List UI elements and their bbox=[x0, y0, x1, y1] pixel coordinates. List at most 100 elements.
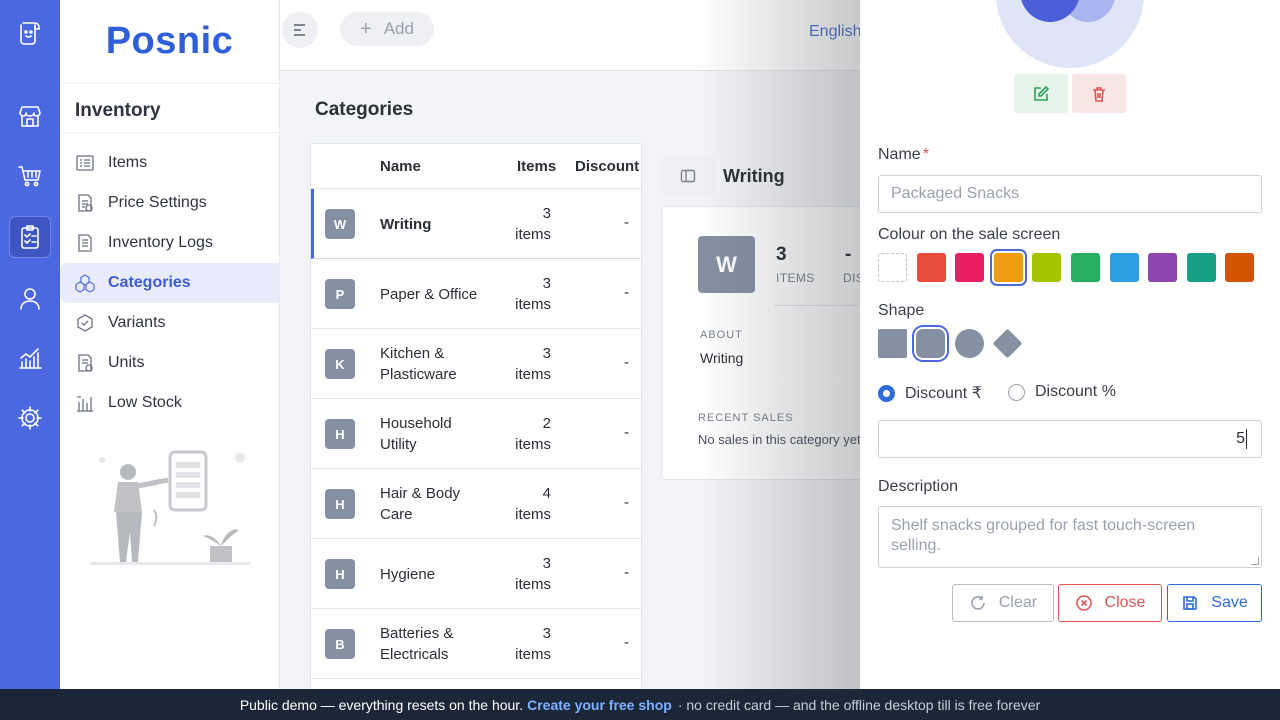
category-name: Household Utility bbox=[380, 415, 452, 453]
low-stock-icon bbox=[75, 393, 95, 413]
sidebar-item-items[interactable]: Items bbox=[60, 143, 279, 183]
edit-image-button[interactable] bbox=[1014, 74, 1068, 113]
category-item-count: 3 items bbox=[515, 275, 551, 313]
colour-swatch[interactable] bbox=[1032, 253, 1061, 282]
column-header-items[interactable]: Items bbox=[517, 158, 556, 175]
app-rail bbox=[0, 0, 60, 689]
colour-swatch[interactable] bbox=[878, 253, 907, 282]
column-header-name[interactable]: Name bbox=[380, 158, 421, 175]
demo-banner-text: Public demo — everything resets on the h… bbox=[239, 696, 524, 713]
name-field[interactable]: Packaged Snacks bbox=[878, 175, 1262, 213]
preview-shape bbox=[1020, 0, 1080, 22]
resize-handle-icon[interactable] bbox=[1251, 557, 1259, 565]
brand-logo[interactable]: Posnic bbox=[60, 0, 279, 84]
category-badge: W bbox=[325, 209, 355, 239]
cart-icon[interactable] bbox=[9, 155, 51, 197]
required-marker: * bbox=[922, 146, 929, 163]
close-button[interactable]: Close bbox=[1058, 584, 1162, 622]
items-icon bbox=[75, 153, 95, 173]
sidebar-item-variants[interactable]: Variants bbox=[60, 303, 279, 343]
inventory-logs-icon bbox=[75, 233, 95, 253]
table-row[interactable]: H Household Utility 2 items - bbox=[311, 399, 641, 469]
column-header-discount[interactable]: Discount bbox=[575, 158, 639, 175]
category-badge: B bbox=[325, 629, 355, 659]
category-discount: - bbox=[624, 494, 629, 511]
add-button[interactable]: + Add bbox=[340, 12, 434, 46]
table-row[interactable]: P Paper & Office 3 items - bbox=[311, 259, 641, 329]
discount-amount-value: 5 bbox=[1236, 430, 1245, 447]
menu-icon bbox=[294, 24, 305, 36]
clear-button[interactable]: Clear bbox=[952, 584, 1054, 622]
about-value: Writing bbox=[700, 350, 744, 366]
menu-toggle-button[interactable] bbox=[282, 12, 318, 48]
sidebar-item-label: Units bbox=[108, 354, 145, 371]
clear-button-label: Clear bbox=[998, 594, 1038, 611]
sidebar-title: Inventory bbox=[60, 84, 279, 133]
category-badge: K bbox=[325, 349, 355, 379]
category-badge: P bbox=[325, 279, 355, 309]
sidebar-nav: Items Price Settings Inventory Logs Cate… bbox=[60, 133, 279, 423]
colour-swatch[interactable] bbox=[1148, 253, 1177, 282]
reports-icon[interactable] bbox=[9, 337, 51, 379]
sidebar-item-units[interactable]: Units bbox=[60, 343, 279, 383]
shopping-illustration bbox=[90, 450, 250, 565]
table-row[interactable]: B Batteries & Electricals 3 items - bbox=[311, 609, 641, 679]
price-settings-icon bbox=[75, 193, 95, 213]
colour-swatch[interactable] bbox=[1225, 253, 1254, 282]
colour-swatch[interactable] bbox=[994, 253, 1023, 282]
inventory-icon[interactable] bbox=[9, 216, 51, 258]
category-item-count: 2 items bbox=[515, 415, 551, 453]
user-icon[interactable] bbox=[9, 277, 51, 319]
colour-swatch[interactable] bbox=[955, 253, 984, 282]
description-textarea[interactable]: Shelf snacks grouped for fast touch-scre… bbox=[878, 506, 1262, 568]
category-item-count: 3 items bbox=[515, 205, 551, 243]
shape-square-option[interactable] bbox=[878, 329, 907, 358]
category-badge: H bbox=[325, 559, 355, 589]
name-field-label: Name * bbox=[878, 146, 929, 163]
sidebar-item-low-stock[interactable]: Low Stock bbox=[60, 383, 279, 423]
sidebar-item-categories[interactable]: Categories bbox=[60, 263, 279, 303]
discount-percent-radio[interactable]: Discount % bbox=[1008, 383, 1116, 401]
sidebar-item-price-settings[interactable]: Price Settings bbox=[60, 183, 279, 223]
table-row[interactable]: H Hygiene 3 items - bbox=[311, 539, 641, 609]
edit-category-drawer: Name * Packaged Snacks Colour on the sale… bbox=[860, 0, 1280, 689]
discount-fixed-label: Discount ₹ bbox=[905, 385, 982, 402]
sidebar-item-inventory-logs[interactable]: Inventory Logs bbox=[60, 223, 279, 263]
store-icon[interactable] bbox=[9, 95, 51, 137]
create-shop-link[interactable]: Create your free shop bbox=[527, 697, 672, 713]
shape-circle-option[interactable] bbox=[955, 329, 984, 358]
sidebar-item-label: Low Stock bbox=[108, 394, 182, 411]
delete-image-button[interactable] bbox=[1072, 74, 1126, 113]
table-row[interactable]: K Kitchen & Plasticware 3 items - bbox=[311, 329, 641, 399]
shape-rounded-option[interactable] bbox=[916, 329, 945, 358]
settings-icon[interactable] bbox=[9, 397, 51, 439]
discount-fixed-radio[interactable]: Discount ₹ bbox=[878, 383, 982, 403]
radio-unchecked-icon bbox=[1008, 383, 1025, 401]
recent-sales-value: No sales in this category yet bbox=[698, 432, 861, 447]
discount-amount-input[interactable]: 5 bbox=[878, 420, 1262, 458]
shape-diamond-option[interactable] bbox=[992, 328, 1023, 359]
shape-label: Shape bbox=[878, 302, 925, 319]
category-name: Hair & Body Care bbox=[380, 485, 461, 523]
plus-icon: + bbox=[360, 17, 372, 40]
save-button[interactable]: Save bbox=[1167, 584, 1262, 622]
colour-swatch[interactable] bbox=[917, 253, 946, 282]
category-name: Kitchen & Plasticware bbox=[380, 345, 457, 383]
close-circle-icon bbox=[1075, 595, 1092, 611]
sidebar-item-label: Categories bbox=[108, 274, 191, 291]
category-item-count: 4 items bbox=[515, 485, 551, 523]
panel-toggle-button[interactable] bbox=[660, 158, 715, 194]
app-logo-icon[interactable] bbox=[9, 12, 51, 54]
colour-swatch[interactable] bbox=[1071, 253, 1100, 282]
table-row[interactable]: W Writing 3 items - bbox=[311, 189, 641, 259]
add-button-label: Add bbox=[383, 19, 414, 38]
category-discount: - bbox=[624, 354, 629, 371]
language-selector[interactable]: English bbox=[809, 23, 861, 41]
category-item-count: 3 items bbox=[515, 625, 551, 663]
stat-items-value: 3 bbox=[776, 244, 787, 265]
text-caret bbox=[1246, 429, 1247, 449]
colour-swatch[interactable] bbox=[1110, 253, 1139, 282]
category-discount: - bbox=[624, 424, 629, 441]
colour-swatch[interactable] bbox=[1187, 253, 1216, 282]
table-row[interactable]: H Hair & Body Care 4 items - bbox=[311, 469, 641, 539]
